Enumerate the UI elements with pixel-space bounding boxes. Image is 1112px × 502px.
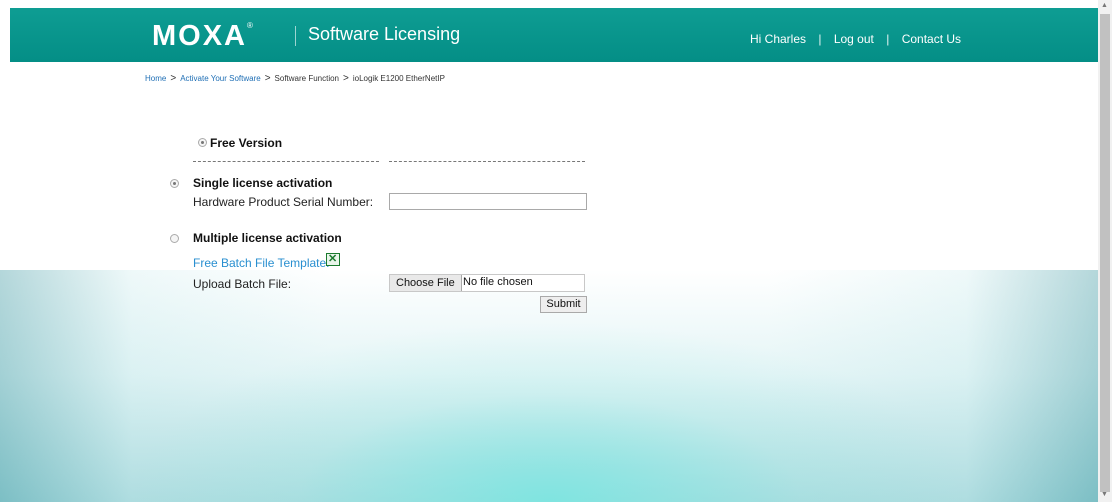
page: MOXA® Software Licensing Hi Charles | Lo… bbox=[0, 0, 1098, 502]
vertical-scrollbar[interactable]: ▲ ▼ bbox=[1098, 0, 1112, 502]
choose-file-button[interactable]: Choose File bbox=[390, 275, 462, 291]
file-upload-input[interactable]: Choose File No file chosen bbox=[389, 274, 585, 292]
app-title: Software Licensing bbox=[308, 24, 461, 44]
multiple-license-label: Multiple license activation bbox=[193, 231, 342, 245]
logout-link[interactable]: Log out bbox=[834, 32, 874, 46]
header-links: Hi Charles | Log out | Contact Us bbox=[750, 32, 961, 46]
breadcrumb-separator: > bbox=[264, 73, 271, 84]
divider-dashed-right bbox=[389, 161, 585, 162]
scrollbar-thumb[interactable] bbox=[1100, 14, 1110, 492]
multiple-license-radio[interactable] bbox=[170, 234, 179, 243]
header-separator: | bbox=[886, 32, 890, 46]
breadcrumb-separator: > bbox=[170, 73, 177, 84]
excel-icon[interactable] bbox=[326, 252, 340, 266]
breadcrumb-activate-link[interactable]: Activate Your Software bbox=[180, 74, 261, 83]
file-status-text: No file chosen bbox=[463, 276, 533, 288]
logo-registered-mark: ® bbox=[247, 21, 253, 31]
free-version-radio[interactable] bbox=[198, 138, 207, 147]
divider-dashed-left bbox=[193, 161, 379, 162]
scroll-up-arrow-icon[interactable]: ▲ bbox=[1101, 2, 1108, 9]
breadcrumb-software-function: Software Function bbox=[274, 74, 340, 83]
submit-button[interactable]: Submit bbox=[540, 296, 587, 313]
serial-number-label: Hardware Product Serial Number: bbox=[193, 195, 374, 209]
serial-number-input[interactable] bbox=[389, 193, 587, 210]
free-version-label: Free Version bbox=[210, 136, 283, 150]
logo-text: MOXA bbox=[152, 20, 247, 52]
single-license-label: Single license activation bbox=[193, 176, 333, 190]
user-greeting: Hi Charles bbox=[750, 32, 807, 46]
header-divider bbox=[295, 26, 296, 46]
breadcrumb-separator: > bbox=[343, 73, 349, 84]
batch-template-link[interactable]: Free Batch File Template: bbox=[193, 256, 330, 270]
contact-us-link[interactable]: Contact Us bbox=[902, 32, 961, 46]
breadcrumb-home-link[interactable]: Home bbox=[145, 74, 166, 83]
header-separator: | bbox=[818, 32, 822, 46]
breadcrumb: Home > Activate Your Software > Software Fun… bbox=[145, 73, 445, 84]
moxa-logo[interactable]: MOXA® bbox=[152, 20, 253, 53]
upload-batch-label: Upload Batch File: bbox=[193, 277, 292, 291]
scroll-down-arrow-icon[interactable]: ▼ bbox=[1101, 491, 1108, 498]
breadcrumb-current-product: ioLogik E1200 EtherNetIP bbox=[352, 74, 445, 83]
site-header: MOXA® Software Licensing Hi Charles | Lo… bbox=[10, 8, 1098, 62]
single-license-radio[interactable] bbox=[170, 179, 179, 188]
